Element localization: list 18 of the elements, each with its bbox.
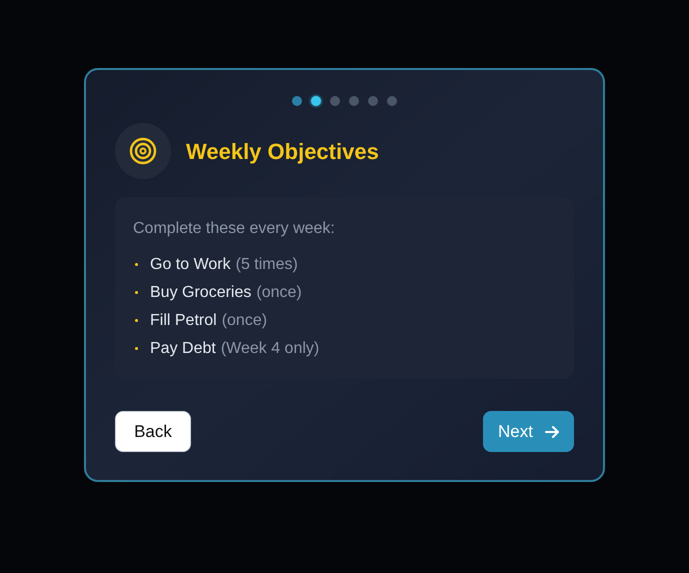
back-button[interactable]: Back	[115, 411, 191, 452]
intro-text: Complete these every week:	[133, 219, 336, 239]
objective-note: (5 times)	[236, 255, 298, 274]
objective-label: Pay Debt	[150, 339, 216, 358]
arrow-right-icon	[544, 424, 559, 438]
target-icon	[129, 137, 157, 165]
objective-label: Fill Petrol	[150, 311, 217, 330]
objective-note: (once)	[256, 283, 302, 302]
objective-note: (once)	[222, 311, 268, 330]
bullet-icon	[135, 291, 138, 294]
objective-label: Go to Work	[150, 255, 231, 274]
bullet-icon	[135, 263, 138, 266]
next-button[interactable]: Next	[483, 411, 574, 452]
objective-note: (Week 4 only)	[220, 339, 320, 358]
bullet-icon	[135, 347, 138, 350]
bullet-icon	[135, 319, 138, 322]
dialog-title: Weekly Objectives	[186, 138, 379, 166]
objective-label: Buy Groceries	[150, 283, 252, 302]
